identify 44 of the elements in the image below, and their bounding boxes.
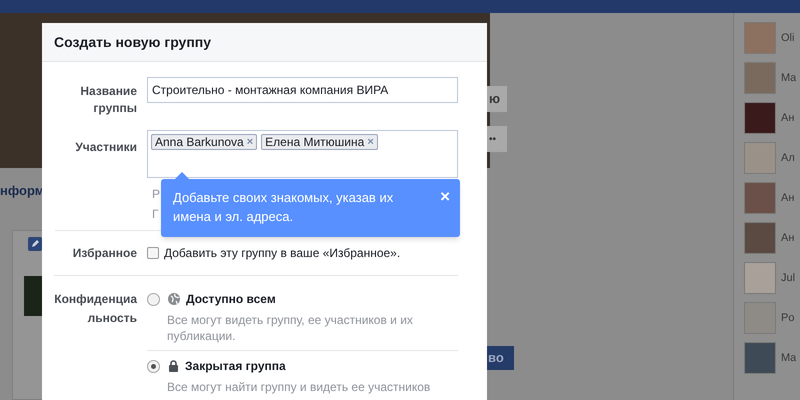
tooltip-text: Добавьте своих знакомых, указав их имена и эл. адреса. <box>173 189 394 226</box>
pencil-icon <box>28 237 42 251</box>
friend-name[interactable]: Ma <box>781 70 796 86</box>
friend-name[interactable]: Ma <box>781 350 796 366</box>
avatar[interactable] <box>744 222 776 254</box>
avatar[interactable] <box>744 182 776 214</box>
remove-button[interactable]: × <box>367 134 374 150</box>
lock-icon <box>168 360 179 372</box>
checkbox[interactable] <box>147 247 159 259</box>
field-label: Конфиденциальность <box>54 291 137 327</box>
avatar[interactable] <box>744 342 776 374</box>
avatar[interactable] <box>744 102 776 134</box>
radio-button[interactable] <box>147 292 160 306</box>
members-input[interactable]: Anna Barkunova × Елена Митюшина × <box>147 130 458 178</box>
photo-placeholder <box>24 276 42 316</box>
action-button[interactable]: во <box>487 346 514 370</box>
friend-name[interactable]: Ан <box>781 230 794 246</box>
dialog-title: Создать новую группу <box>54 32 212 52</box>
option-description: Все могут найти группу и видеть ее участников <box>166 379 432 395</box>
friend-name[interactable]: Oli <box>781 30 794 46</box>
friend-name[interactable]: Ал <box>781 150 795 166</box>
field-label: Избранное <box>72 245 137 262</box>
radio-button[interactable] <box>147 360 160 372</box>
friend-name[interactable]: Ан <box>781 190 794 206</box>
field-label: Участники <box>74 139 137 156</box>
option-description: Все могут видеть группу, ее участников и их публикации. <box>166 312 414 344</box>
friend-name[interactable]: Jul <box>781 270 796 286</box>
more-button[interactable]: •• <box>487 126 507 152</box>
friend-name[interactable]: Ан <box>781 110 794 126</box>
member-token[interactable]: Anna Barkunova × <box>151 134 258 150</box>
close-button[interactable]: × <box>440 188 450 205</box>
field-label: Название группы <box>79 83 137 117</box>
checkbox-label[interactable]: Добавить эту группу в ваше «Избранное». <box>164 244 400 262</box>
option-title[interactable]: Закрытая группа <box>185 357 286 375</box>
option-title[interactable]: Доступно всем <box>186 290 276 308</box>
remove-button[interactable]: × <box>246 134 254 150</box>
cover-button[interactable]: ю <box>487 86 507 112</box>
member-token[interactable]: Елена Митюшина × <box>261 134 378 150</box>
hint-text: Р <box>152 186 160 203</box>
globe-icon <box>168 293 180 305</box>
name-input[interactable]: Строительно - монтажная компания ВИРА <box>147 77 458 103</box>
avatar[interactable] <box>744 262 776 294</box>
hint-text: Г <box>152 206 158 223</box>
friend-name[interactable]: Po <box>781 310 794 326</box>
